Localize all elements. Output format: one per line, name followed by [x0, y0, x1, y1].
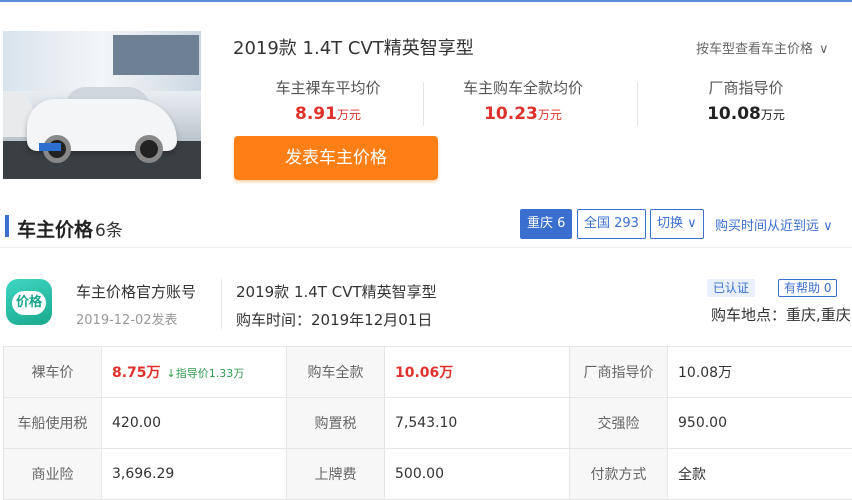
chevron-down-icon: ∨ — [819, 219, 833, 234]
switch-label: 切换 — [657, 216, 684, 231]
table-row: 裸车价 8.75万 ↓指导价1.33万 购车全款 10.06万 厂商指导价 10.… — [3, 346, 852, 398]
section-title-text: 车主价格 — [17, 219, 94, 241]
cell-value: 7,543.10 — [384, 397, 570, 449]
stat-unit: 万元 — [336, 108, 361, 122]
cell-value: 500.00 — [384, 448, 570, 500]
nationwide-filter-button[interactable]: 全国 293 — [577, 209, 646, 239]
stat-unit: 万元 — [537, 108, 562, 122]
cell-label: 购车全款 — [286, 346, 385, 398]
stat-unit: 万元 — [760, 108, 785, 122]
switch-city-dropdown[interactable]: 切换 ∨ — [650, 209, 704, 239]
avg-full-price-stat: 车主购车全款均价 10.23万元 — [443, 77, 603, 124]
avatar-badge: 价格 — [12, 291, 46, 315]
stat-value: 10.08 — [707, 104, 761, 124]
cell-label: 裸车价 — [3, 346, 102, 398]
stat-value: 8.91 — [295, 104, 337, 124]
purchase-location: 购车地点：重庆,重庆 — [711, 306, 851, 324]
stat-value: 10.23 — [484, 104, 538, 124]
cell-label: 交强险 — [569, 397, 668, 449]
cell-label: 上牌费 — [286, 448, 385, 500]
avatar[interactable]: 价格 — [6, 279, 52, 325]
bare-price-value: 8.75万 — [112, 365, 161, 381]
cell-value: 420.00 — [101, 397, 287, 449]
stat-label: 厂商指导价 — [708, 79, 784, 97]
post-date: 2019-12-02发表 — [76, 313, 178, 328]
stat-divider — [637, 82, 638, 126]
avg-bare-price-stat: 车主裸车平均价 8.91万元 — [258, 77, 398, 124]
stat-label: 车主裸车平均价 — [275, 79, 381, 97]
cell-value: 3,696.29 — [101, 448, 287, 500]
chevron-down-icon: ∨ — [683, 216, 697, 231]
owner-name-link[interactable]: 车主价格官方账号 — [76, 281, 196, 302]
cell-label: 付款方式 — [569, 448, 668, 500]
cost-breakdown-table: 裸车价 8.75万 ↓指导价1.33万 购车全款 10.06万 厂商指导价 10.… — [3, 346, 852, 500]
cell-label: 商业险 — [3, 448, 102, 500]
view-by-model-label: 按车型查看车主价格 — [696, 42, 814, 57]
helpful-button[interactable]: 有帮助 0 — [778, 279, 838, 297]
sort-dropdown[interactable]: 购买时间从近到远 ∨ — [715, 215, 833, 234]
cell-label: 购置税 — [286, 397, 385, 449]
cell-value: 10.08万 — [667, 346, 852, 398]
cell-label: 厂商指导价 — [569, 346, 668, 398]
cell-value: 全款 — [667, 448, 852, 500]
section-accent-bar — [5, 215, 9, 237]
model-title: 2019款 1.4T CVT精英智享型 — [233, 38, 474, 59]
table-row: 车船使用税 420.00 购置税 7,543.10 交强险 950.00 — [3, 397, 852, 449]
section-count: 6条 — [95, 221, 123, 241]
cell-value: 950.00 — [667, 397, 852, 449]
entry-model: 2019款 1.4T CVT精英智享型 — [236, 283, 437, 301]
verified-badge: 已认证 — [707, 279, 756, 297]
section-title: 车主价格 6条 — [17, 215, 123, 242]
cell-value: 10.06万 — [384, 346, 570, 398]
top-divider — [0, 0, 852, 2]
cell-label: 车船使用税 — [3, 397, 102, 449]
sort-label: 购买时间从近到远 — [715, 219, 820, 234]
car-photo[interactable] — [3, 31, 201, 179]
post-owner-price-button[interactable]: 发表车主价格 — [234, 136, 438, 180]
chevron-down-icon: ∨ — [819, 42, 829, 57]
cell-value: 8.75万 ↓指导价1.33万 — [101, 346, 287, 398]
stat-label: 车主购车全款均价 — [462, 79, 583, 97]
purchase-time: 购车时间：2019年12月01日 — [236, 311, 433, 329]
below-msrp-note: ↓指导价1.33万 — [166, 367, 245, 380]
view-by-model-dropdown[interactable]: 按车型查看车主价格 ∨ — [696, 38, 829, 57]
msrp-stat: 厂商指导价 10.08万元 — [681, 77, 811, 124]
table-row: 商业险 3,696.29 上牌费 500.00 付款方式 全款 — [3, 448, 852, 500]
entry-divider — [221, 279, 222, 329]
section-divider — [0, 247, 852, 248]
city-filter-button[interactable]: 重庆 6 — [520, 209, 573, 239]
stat-divider — [423, 82, 424, 126]
